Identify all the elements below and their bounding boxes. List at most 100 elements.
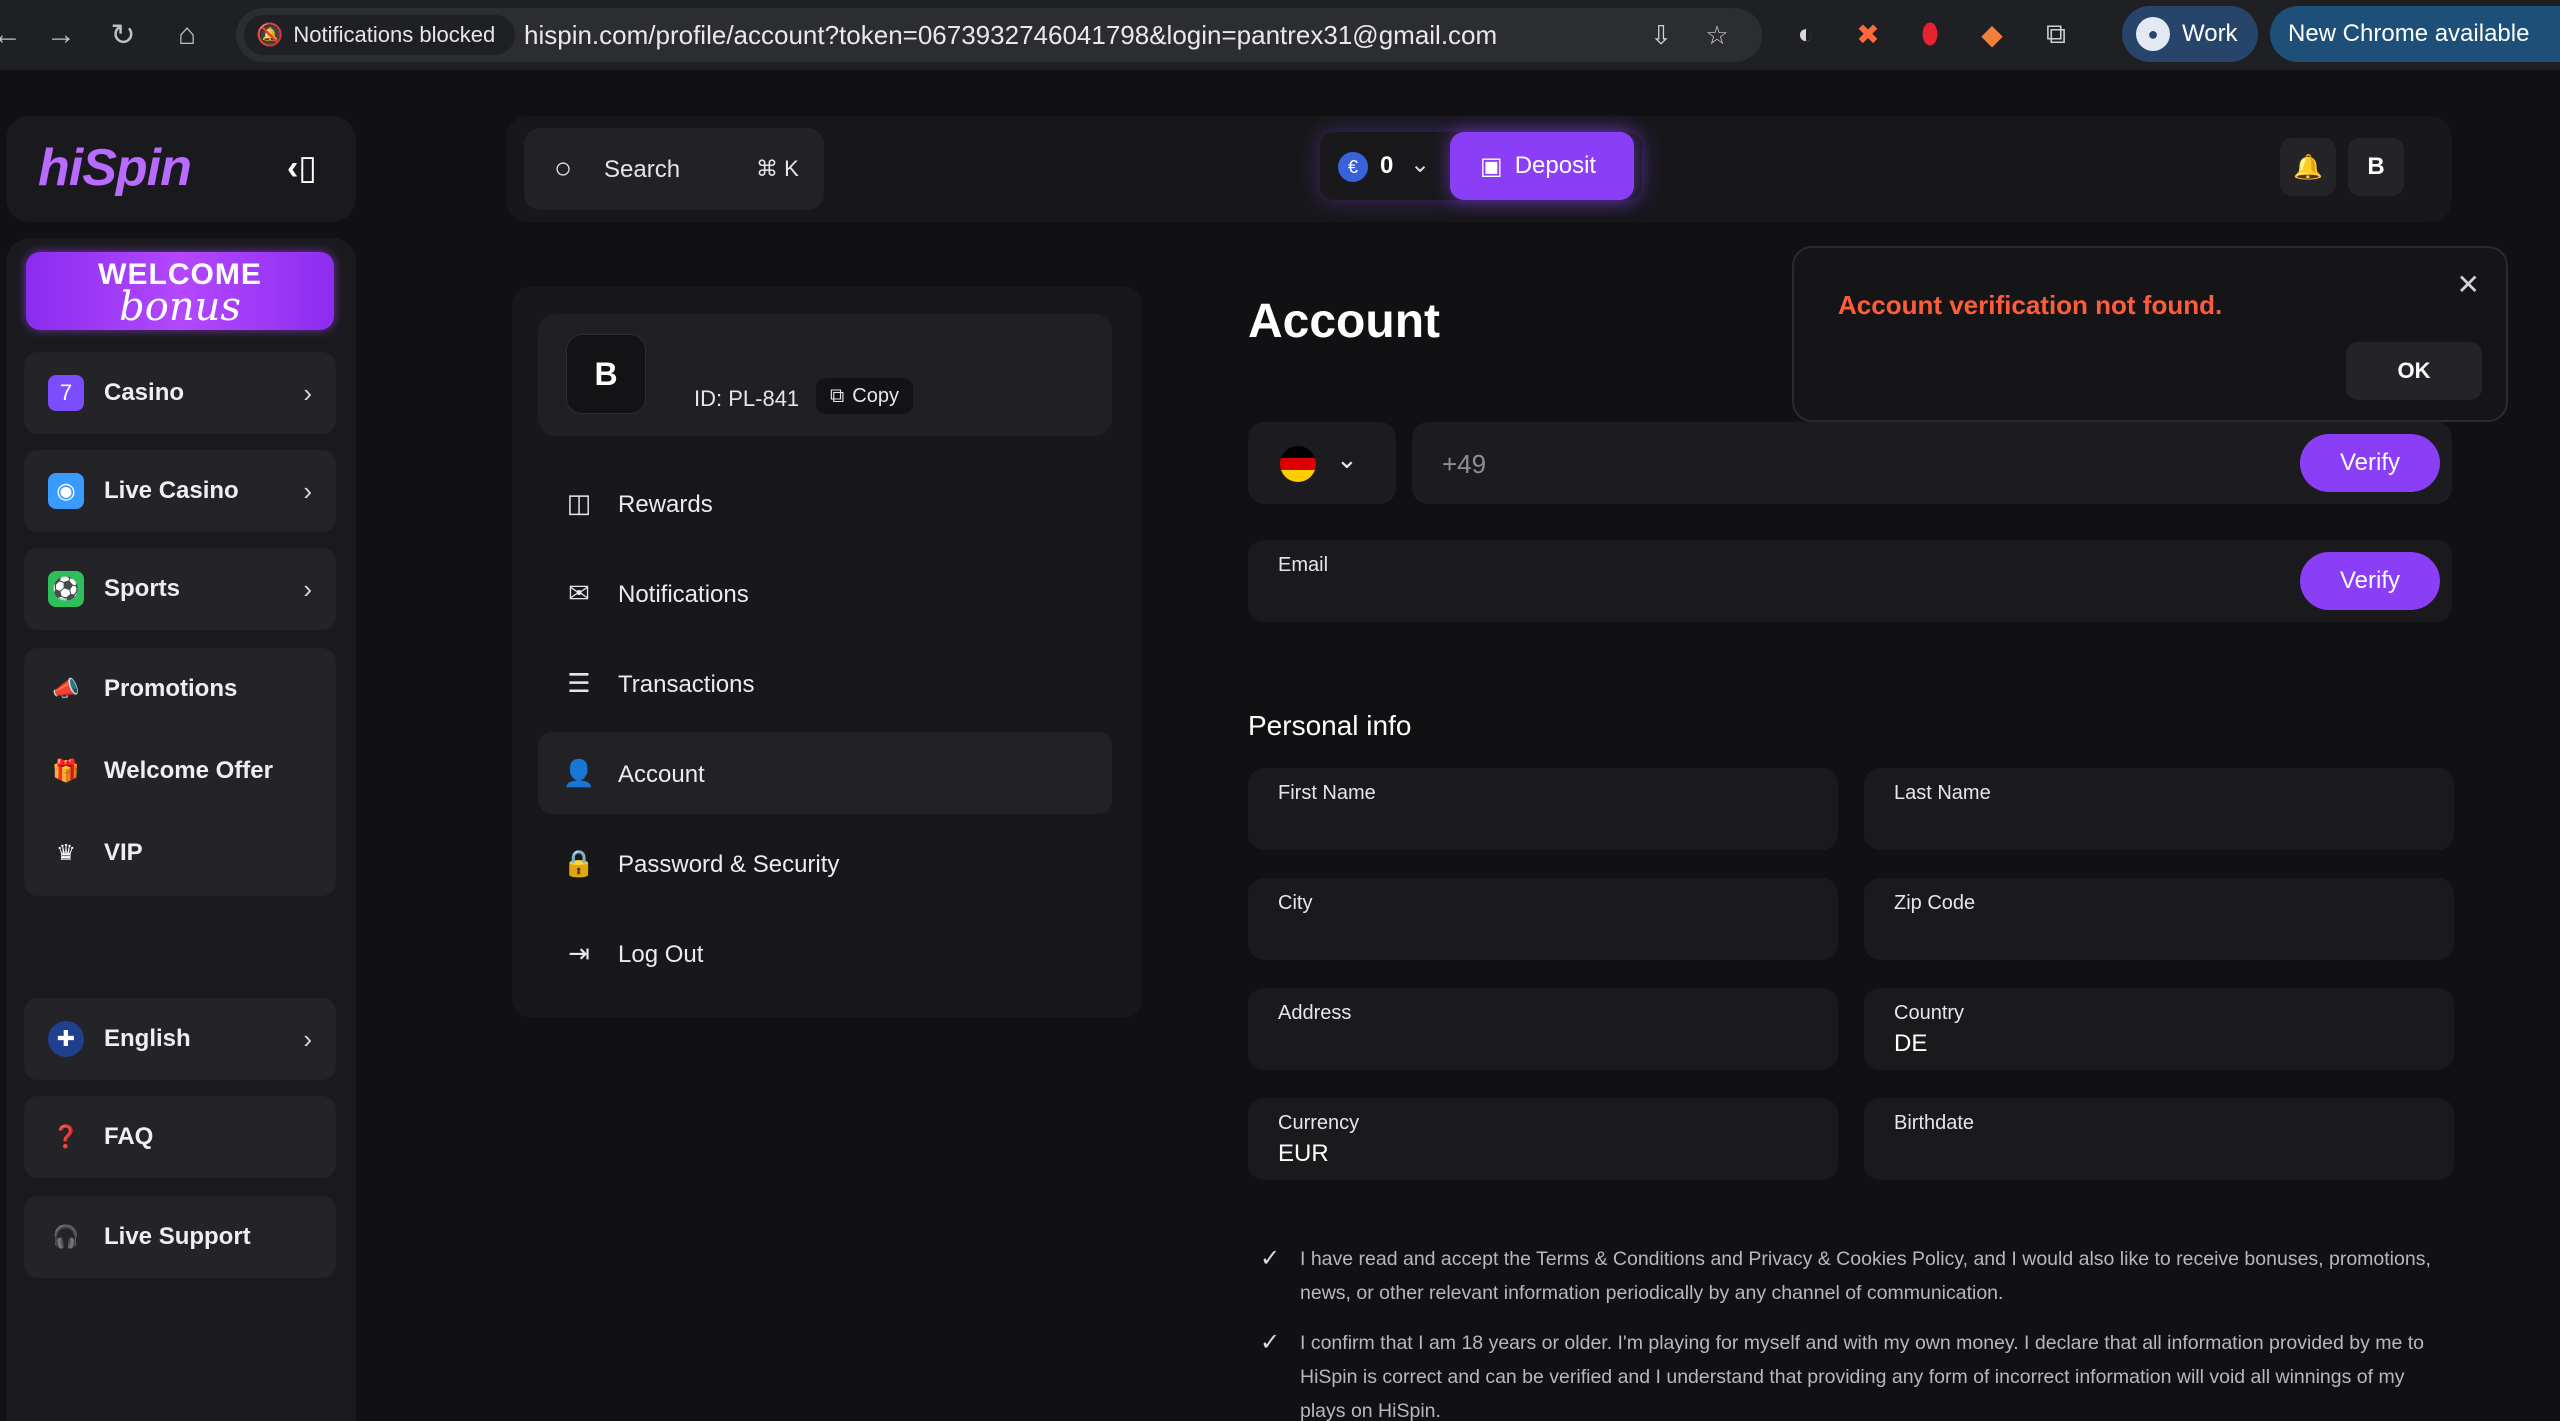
sidebar-item-label: Live Casino bbox=[104, 477, 239, 504]
sidebar-item-label: VIP bbox=[104, 839, 143, 866]
phone-input[interactable] bbox=[1440, 448, 2144, 481]
chevron-right-icon: › bbox=[303, 377, 312, 408]
search-shortcut: ⌘ K bbox=[756, 156, 799, 181]
ok-button[interactable]: OK bbox=[2346, 342, 2482, 400]
user-avatar[interactable]: B bbox=[2348, 138, 2404, 196]
first-name-field[interactable]: First Name bbox=[1248, 768, 1838, 850]
sidebar-item-sports[interactable]: ⚽ Sports › bbox=[24, 548, 336, 630]
menu-item-notifications[interactable]: ✉ Notifications bbox=[538, 552, 1112, 634]
search-icon: ○ bbox=[554, 152, 573, 185]
terms-checkbox[interactable]: ✓ bbox=[1254, 1242, 1286, 1274]
menu-item-password-security[interactable]: 🔒 Password & Security bbox=[538, 822, 1112, 904]
sidebar-item-label: English bbox=[104, 1025, 191, 1052]
sidebar-item-label: Sports bbox=[104, 575, 181, 602]
email-field[interactable]: Email Verify bbox=[1248, 540, 2452, 622]
sidebar-item-label: FAQ bbox=[104, 1123, 154, 1150]
address-field[interactable]: Address bbox=[1248, 988, 1838, 1070]
notifications-bell-icon[interactable]: 🔔 bbox=[2280, 138, 2336, 196]
sidebar-item-promotions[interactable]: 📣 Promotions bbox=[24, 648, 336, 730]
zip-code-field[interactable]: Zip Code bbox=[1864, 878, 2454, 960]
uk-flag-icon: ✚ bbox=[48, 1021, 84, 1057]
extension-shield-icon[interactable]: ⬮ bbox=[1910, 14, 1950, 54]
chevron-down-icon: ⌄ bbox=[1410, 151, 1431, 178]
back-icon[interactable]: ← bbox=[0, 14, 28, 56]
sidebar-item-faq[interactable]: ❓ FAQ bbox=[24, 1096, 336, 1178]
profile-button[interactable]: ● Work bbox=[2122, 6, 2258, 62]
field-value: EUR bbox=[1278, 1140, 1329, 1167]
sports-icon: ⚽ bbox=[48, 571, 84, 607]
field-value: DE bbox=[1894, 1030, 1928, 1057]
extension-fox-icon[interactable]: ◆ bbox=[1972, 14, 2012, 54]
lock-icon: 🔒 bbox=[562, 847, 596, 878]
question-icon: ❓ bbox=[52, 1124, 80, 1149]
hispin-logo[interactable]: hiSpin bbox=[38, 138, 192, 198]
page: hiSpin ‹▯ WELCOME bonus 7 Casino › ◉ Liv… bbox=[0, 70, 2560, 1421]
gift-icon: 🎁 bbox=[52, 758, 80, 783]
phone-field: Verify bbox=[1412, 422, 2452, 504]
menu-item-transactions[interactable]: ☰ Transactions bbox=[538, 642, 1112, 724]
last-name-field[interactable]: Last Name bbox=[1864, 768, 2454, 850]
bookmark-star-icon[interactable]: ☆ bbox=[1700, 18, 1734, 52]
headset-icon: 🎧 bbox=[52, 1224, 80, 1249]
welcome-bonus-banner[interactable]: WELCOME bonus bbox=[26, 252, 334, 330]
deposit-label: Deposit bbox=[1514, 152, 1597, 179]
toast-message: Account verification not found. bbox=[1838, 290, 2223, 320]
country-field[interactable]: Country DE bbox=[1864, 988, 2454, 1070]
rewards-icon: ◫ bbox=[566, 487, 592, 518]
field-label: Birthdate bbox=[1894, 1112, 1975, 1134]
sidebar-item-label: Welcome Offer bbox=[104, 757, 273, 784]
verify-email-button[interactable]: Verify bbox=[2300, 552, 2440, 610]
install-app-icon[interactable]: ⇩ bbox=[1644, 18, 1678, 52]
field-label: City bbox=[1278, 892, 1313, 914]
field-label: Last Name bbox=[1894, 782, 1991, 804]
search-button[interactable]: ○ Search ⌘ K bbox=[524, 128, 824, 210]
live-casino-icon: ◉ bbox=[48, 473, 84, 509]
sidebar-item-live-casino[interactable]: ◉ Live Casino › bbox=[24, 450, 336, 532]
user-card: B ID: PL-841 ⧉ Copy bbox=[538, 314, 1112, 436]
city-field[interactable]: City bbox=[1248, 878, 1838, 960]
notifications-blocked-chip[interactable]: 🔕 Notifications blocked bbox=[244, 15, 516, 55]
birthdate-field[interactable]: Birthdate bbox=[1864, 1098, 2454, 1180]
chevron-right-icon: › bbox=[303, 573, 312, 604]
profile-avatar-icon: ● bbox=[2136, 17, 2170, 51]
new-chrome-available-button[interactable]: New Chrome available bbox=[2270, 6, 2560, 62]
menu-item-rewards[interactable]: ◫ Rewards bbox=[538, 462, 1112, 544]
forward-icon[interactable]: → bbox=[40, 14, 82, 56]
age-consent-text: I confirm that I am 18 years or older. I… bbox=[1300, 1332, 2425, 1421]
sidebar-item-label: Live Support bbox=[104, 1223, 251, 1250]
sidebar-item-label: Promotions bbox=[104, 675, 238, 702]
close-icon[interactable]: ✕ bbox=[2457, 268, 2480, 301]
copy-id-button[interactable]: ⧉ Copy bbox=[816, 378, 913, 414]
phone-country-select[interactable]: ⌄ bbox=[1248, 422, 1396, 504]
extension-x-icon[interactable]: ✖ bbox=[1848, 14, 1888, 54]
currency-field[interactable]: Currency EUR bbox=[1248, 1098, 1838, 1180]
address-bar[interactable]: 🔕 Notifications blocked hispin.com/profi… bbox=[236, 8, 1762, 62]
deposit-button[interactable]: ▣ Deposit bbox=[1450, 132, 1634, 200]
crown-icon: ♛ bbox=[56, 840, 76, 865]
field-label: Country bbox=[1894, 1002, 1965, 1024]
field-label: Currency bbox=[1278, 1112, 1360, 1134]
home-icon[interactable]: ⌂ bbox=[166, 14, 208, 56]
bell-off-icon: 🔕 bbox=[256, 22, 284, 47]
sidebar-item-live-support[interactable]: 🎧 Live Support bbox=[24, 1196, 336, 1278]
menu-item-account[interactable]: 👤 Account bbox=[538, 732, 1112, 814]
sidebar-item-welcome-offer[interactable]: 🎁 Welcome Offer bbox=[24, 730, 336, 812]
verify-phone-button[interactable]: Verify bbox=[2300, 434, 2440, 492]
sidebar-item-vip[interactable]: ♛ VIP bbox=[24, 812, 336, 894]
extensions-puzzle-icon[interactable]: ⧉ bbox=[2036, 14, 2076, 54]
sidebar-header: hiSpin ‹▯ bbox=[6, 116, 356, 222]
menu-item-label: Account bbox=[618, 761, 705, 788]
field-label: First Name bbox=[1278, 782, 1376, 804]
browser-toolbar: ← → ↻ ⌂ 🔕 Notifications blocked hispin.c… bbox=[0, 0, 2560, 70]
reload-icon[interactable]: ↻ bbox=[102, 14, 144, 56]
menu-item-label: Notifications bbox=[618, 581, 749, 608]
logout-icon: ⇥ bbox=[568, 937, 590, 968]
sidebar-item-casino[interactable]: 7 Casino › bbox=[24, 352, 336, 434]
url-text[interactable]: hispin.com/profile/account?token=0673932… bbox=[524, 8, 1497, 62]
transactions-icon: ☰ bbox=[567, 667, 591, 698]
collapse-sidebar-icon[interactable]: ‹▯ bbox=[274, 140, 330, 196]
menu-item-logout[interactable]: ⇥ Log Out bbox=[538, 912, 1112, 994]
extension-circle-icon[interactable]: ◐ bbox=[1786, 14, 1826, 54]
age-checkbox[interactable]: ✓ bbox=[1254, 1326, 1286, 1358]
sidebar-item-language[interactable]: ✚ English › bbox=[24, 998, 336, 1080]
